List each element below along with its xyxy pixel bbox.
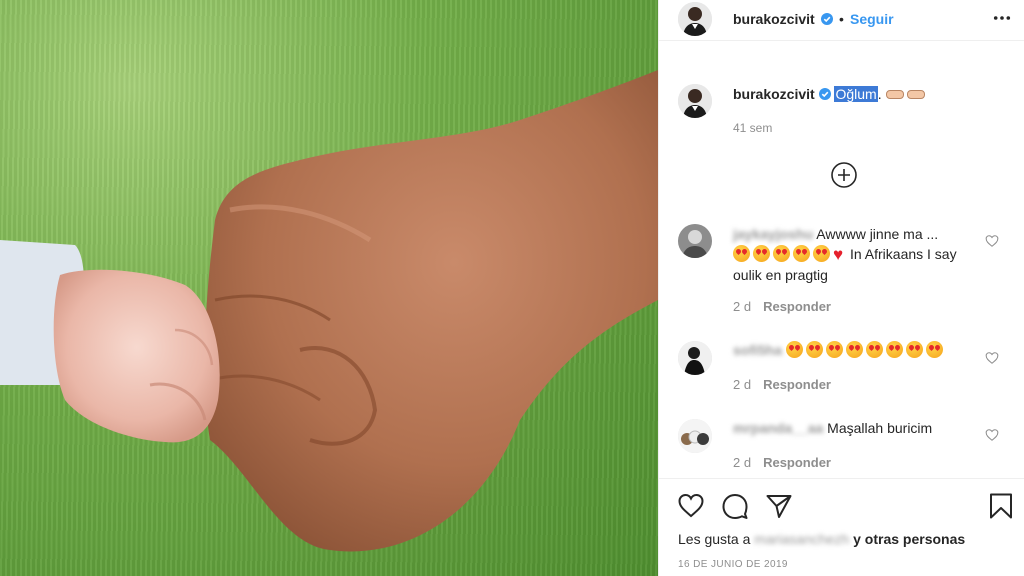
post-date[interactable]: 16 DE JUNIO DE 2019 (678, 559, 788, 570)
heart-eyes-emoji-icon (865, 341, 883, 358)
fist-bump-emoji-icon (907, 90, 926, 99)
comment-body: jaykayjoshu Awwww jinne ma ... ♥ In Afri… (733, 224, 973, 285)
caption-username[interactable]: burakozcivit (733, 86, 815, 102)
comment-time: 2 d (733, 377, 752, 392)
commenter-username[interactable]: sofi5ha (733, 342, 782, 358)
caption-text-selected: Oğlum (834, 86, 878, 102)
follow-button[interactable]: Seguir (850, 11, 894, 27)
reply-button[interactable]: Responder (763, 455, 831, 470)
commenter-avatar[interactable] (678, 341, 712, 375)
comment-icon[interactable] (721, 492, 749, 520)
more-options-icon[interactable] (993, 15, 1011, 21)
likes-others-link[interactable]: y otras personas (853, 531, 965, 547)
red-heart-emoji-icon: ♥ (833, 245, 844, 264)
like-comment-icon[interactable] (985, 351, 999, 365)
post-photo[interactable] (0, 0, 658, 576)
comment-meta: 2 d Responder (733, 455, 831, 470)
reply-button[interactable]: Responder (763, 299, 831, 314)
heart-eyes-emoji-icon (733, 245, 750, 262)
separator-dot: • (839, 11, 844, 27)
heart-eyes-emoji-icon (885, 341, 903, 358)
like-comment-icon[interactable] (985, 234, 999, 248)
comment-text: Maşallah buricim (827, 420, 933, 436)
verified-badge-icon (818, 88, 831, 100)
heart-eyes-emoji-icon (925, 341, 943, 358)
likes-summary: Les gusta a mariasanchezh y otras person… (678, 531, 965, 547)
like-comment-icon[interactable] (985, 428, 999, 442)
post-header: burakozcivit • Seguir (659, 0, 1024, 40)
heart-eyes-emoji-icon (805, 341, 823, 358)
verified-badge-icon (821, 13, 833, 25)
comment-meta: 2 d Responder (733, 299, 831, 314)
caption-time: 41 sem (733, 121, 773, 135)
caption-author-avatar[interactable] (678, 84, 712, 118)
caption-text-rest: . (877, 86, 882, 102)
commenter-username[interactable]: jaykayjoshu (733, 226, 813, 242)
commenter-avatar[interactable] (678, 224, 712, 258)
likes-prefix: Les gusta a (678, 531, 751, 547)
heart-eyes-emoji-icon (825, 341, 843, 358)
commenter-avatar[interactable] (678, 419, 712, 453)
author-avatar[interactable] (678, 2, 712, 36)
comment-body: mrpanda__aa Maşallah buricim (733, 418, 973, 438)
comment-meta: 2 d Responder (733, 377, 831, 392)
author-username[interactable]: burakozcivit (733, 11, 815, 27)
comment-text: Awwww jinne ma ... (816, 226, 939, 242)
comment-time: 2 d (733, 299, 752, 314)
header-divider (659, 40, 1024, 41)
post-details-panel: burakozcivit • Seguir burakozcivit Oğlum… (658, 0, 1024, 576)
heart-eyes-emoji-icon (905, 341, 923, 358)
heart-eyes-emoji-icon (773, 245, 790, 262)
reply-button[interactable]: Responder (763, 377, 831, 392)
heart-eyes-emoji-icon (793, 245, 810, 262)
heart-icon[interactable] (677, 492, 705, 520)
heart-eyes-emoji-icon (845, 341, 863, 358)
fist-bump-emoji-icon (885, 90, 904, 99)
heart-eyes-emoji-icon (785, 341, 803, 358)
post-actions-bar: Les gusta a mariasanchezh y otras person… (659, 478, 1024, 576)
caption: burakozcivit Oğlum. (733, 86, 926, 102)
liker-username[interactable]: mariasanchezh (754, 531, 849, 547)
bookmark-icon[interactable] (987, 492, 1015, 520)
fist-bump-illustration (0, 70, 658, 552)
commenter-username[interactable]: mrpanda__aa (733, 420, 823, 436)
comment-body: sofi5ha (733, 340, 993, 360)
heart-eyes-emoji-icon (813, 245, 830, 262)
share-icon[interactable] (765, 492, 793, 520)
comment-time: 2 d (733, 455, 752, 470)
heart-eyes-emoji-icon (753, 245, 770, 262)
load-more-comments-icon[interactable] (831, 162, 857, 188)
